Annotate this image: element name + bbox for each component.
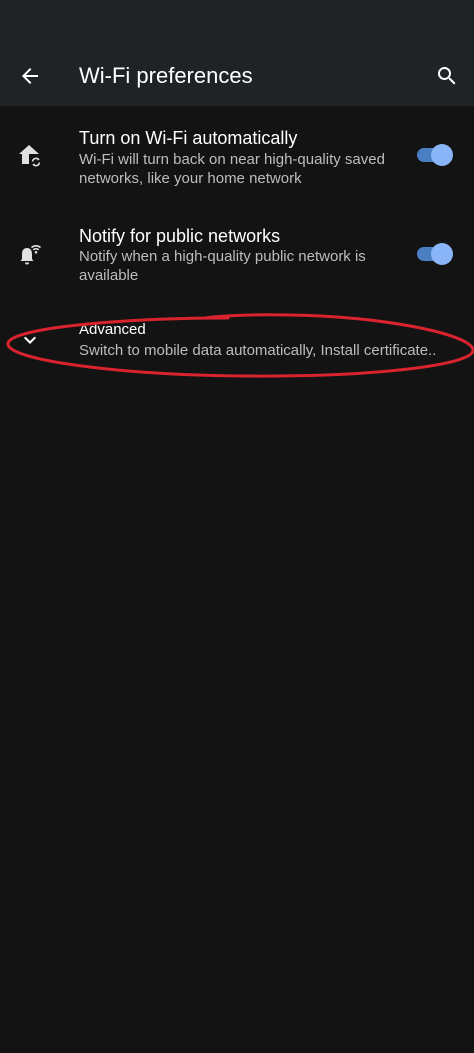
pref-title: Notify for public networks: [79, 226, 281, 246]
pref-turn-on-wifi-automatically[interactable]: Turn on Wi-Fi automatically Wi-Fi will t…: [0, 114, 474, 200]
search-icon: [438, 67, 456, 85]
pref-title: Turn on Wi-Fi automatically: [79, 128, 298, 148]
pref-summary: Notify when a high-quality public networ…: [79, 248, 366, 284]
toggle-thumb: [431, 144, 453, 166]
wifi-preferences-screen: Wi-Fi preferences Turn on Wi-Fi automati…: [0, 0, 474, 1053]
arrow-back-icon: [22, 68, 38, 84]
auto-wifi-toggle[interactable]: [415, 141, 455, 169]
pref-notify-public-networks[interactable]: Notify for public networks Notify when a…: [0, 212, 474, 300]
app-bar: Wi-Fi preferences: [0, 0, 474, 106]
advanced-summary: Switch to mobile data automatically, Ins…: [79, 342, 437, 359]
back-button[interactable]: [10, 56, 50, 96]
toggle-thumb: [431, 243, 453, 265]
chevron-down-icon: [12, 322, 48, 358]
notification-wifi-icon: [12, 236, 48, 272]
advanced-title: Advanced: [79, 321, 146, 338]
pref-summary: Wi-Fi will turn back on near high-qualit…: [79, 151, 385, 187]
public-networks-toggle[interactable]: [415, 240, 455, 268]
page-title: Wi-Fi preferences: [79, 63, 253, 88]
home-wifi-sync-icon: [12, 138, 48, 174]
search-button[interactable]: [427, 56, 467, 96]
advanced-section-expander[interactable]: Advanced Switch to mobile data automatic…: [0, 312, 474, 370]
